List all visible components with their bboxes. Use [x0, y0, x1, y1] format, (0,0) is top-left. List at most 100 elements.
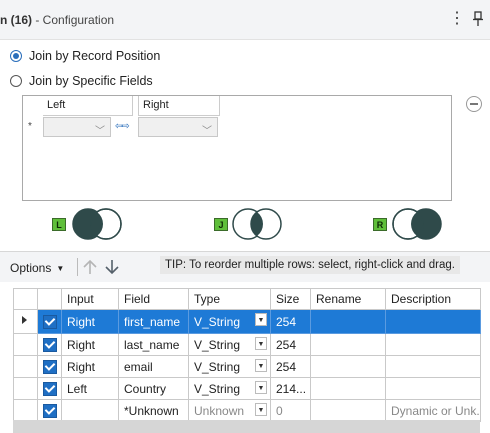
- move-down-icon[interactable]: [103, 258, 121, 276]
- right-field-select[interactable]: ﹀: [138, 117, 218, 137]
- type-dropdown-icon[interactable]: ▼: [255, 403, 267, 416]
- type-value: V_String: [194, 381, 241, 396]
- rename-cell[interactable]: [310, 355, 386, 378]
- column-header-size[interactable]: Size: [270, 288, 311, 310]
- description-cell[interactable]: Dynamic or Unk...: [385, 399, 481, 422]
- column-header-rename[interactable]: Rename: [310, 288, 386, 310]
- type-dropdown-icon[interactable]: ▼: [255, 381, 267, 394]
- row-checkbox-cell[interactable]: [37, 333, 62, 356]
- type-dropdown-icon[interactable]: ▼: [255, 313, 267, 326]
- right-join-venn-icon[interactable]: [390, 207, 444, 241]
- left-field-select[interactable]: ﹀: [43, 117, 111, 137]
- caret-down-icon: ▼: [56, 263, 65, 273]
- move-up-icon[interactable]: [81, 258, 99, 276]
- checkbox-checked-icon[interactable]: [42, 359, 57, 374]
- row-checkbox-cell[interactable]: [37, 355, 62, 378]
- type-value: V_String: [194, 359, 241, 374]
- reorder-tip: TIP: To reorder multiple rows: select, r…: [160, 256, 460, 274]
- description-cell[interactable]: [385, 333, 481, 356]
- type-value: V_String: [194, 337, 241, 352]
- table-row[interactable]: Right last_name V_String ▼ 254: [13, 333, 481, 356]
- radio-selected-icon: [10, 50, 22, 62]
- size-cell[interactable]: 214...: [270, 377, 311, 400]
- table-row[interactable]: Right email V_String ▼ 254: [13, 355, 481, 378]
- select-fields-table: Input Field Type Size Rename Description…: [13, 288, 481, 422]
- type-cell[interactable]: V_String ▼: [188, 309, 271, 334]
- right-anchor-icon: R: [373, 218, 387, 231]
- config-header: n (16) - Configuration ⋮: [0, 0, 490, 40]
- chevron-down-icon: ﹀: [95, 126, 105, 137]
- table-row[interactable]: *Unknown Unknown ▼ 0 Dynamic or Unk...: [13, 399, 481, 422]
- swap-arrows-icon[interactable]: ⇦⇨: [115, 121, 130, 132]
- checkbox-checked-icon[interactable]: [42, 314, 57, 329]
- size-cell[interactable]: 0: [270, 399, 311, 422]
- pin-icon[interactable]: [472, 11, 484, 27]
- row-header-corner: [13, 288, 38, 310]
- table-header-row: Input Field Type Size Rename Description: [13, 288, 481, 310]
- current-row-icon: [22, 316, 27, 324]
- rename-cell[interactable]: [310, 377, 386, 400]
- radio-unselected-icon: [10, 75, 22, 87]
- checkbox-checked-icon[interactable]: [42, 403, 57, 418]
- join-fields-grid: Left Right * ﹀ ⇦⇨ ﹀: [22, 95, 452, 201]
- chevron-down-icon: ﹀: [202, 126, 212, 137]
- rename-cell[interactable]: [310, 309, 386, 334]
- column-header-type[interactable]: Type: [188, 288, 271, 310]
- row-checkbox-cell[interactable]: [37, 377, 62, 400]
- field-cell: Country: [118, 377, 189, 400]
- input-cell: Right: [61, 309, 119, 334]
- join-by-record-position-radio[interactable]: Join by Record Position: [10, 48, 160, 64]
- title-suffix: - Configuration: [32, 13, 115, 27]
- size-cell[interactable]: 254: [270, 333, 311, 356]
- field-cell: *Unknown: [118, 399, 189, 422]
- options-dropdown[interactable]: Options ▼: [10, 259, 64, 277]
- type-cell[interactable]: V_String ▼: [188, 333, 271, 356]
- row-selector[interactable]: [13, 399, 38, 422]
- input-cell: Right: [61, 355, 119, 378]
- window-title: n (16) - Configuration: [0, 13, 114, 27]
- right-column-header: Right: [138, 96, 220, 116]
- kebab-menu-icon[interactable]: ⋮: [449, 10, 465, 28]
- description-cell[interactable]: [385, 377, 481, 400]
- row-checkbox-cell[interactable]: [37, 399, 62, 422]
- size-cell[interactable]: 254: [270, 309, 311, 334]
- field-cell: first_name: [118, 309, 189, 334]
- join-by-fields-label: Join by Specific Fields: [29, 74, 153, 88]
- rename-cell[interactable]: [310, 333, 386, 356]
- table-row[interactable]: Right first_name V_String ▼ 254: [13, 309, 481, 334]
- rename-cell[interactable]: [310, 399, 386, 422]
- tool-name: n (16): [0, 13, 33, 27]
- row-checkbox-cell[interactable]: [37, 309, 62, 334]
- inner-join-venn-icon[interactable]: [230, 207, 284, 241]
- column-header-input[interactable]: Input: [61, 288, 119, 310]
- column-header-description[interactable]: Description: [385, 288, 481, 310]
- row-selector[interactable]: [13, 309, 38, 334]
- input-cell: [61, 399, 119, 422]
- row-selector[interactable]: [13, 377, 38, 400]
- row-selector[interactable]: [13, 355, 38, 378]
- grid-bottom-area: [13, 420, 480, 433]
- column-header-field[interactable]: Field: [118, 288, 189, 310]
- type-value: V_String: [194, 314, 241, 329]
- type-cell[interactable]: V_String ▼: [188, 377, 271, 400]
- options-label: Options: [10, 261, 52, 275]
- join-by-specific-fields-radio[interactable]: Join by Specific Fields: [10, 73, 153, 89]
- remove-row-icon[interactable]: [466, 96, 482, 112]
- left-join-venn-icon[interactable]: [70, 207, 124, 241]
- size-cell[interactable]: 254: [270, 355, 311, 378]
- left-anchor-icon: L: [52, 218, 66, 231]
- description-cell[interactable]: [385, 355, 481, 378]
- table-row[interactable]: Left Country V_String ▼ 214...: [13, 377, 481, 400]
- select-column-header: [37, 288, 62, 310]
- type-cell[interactable]: V_String ▼: [188, 355, 271, 378]
- description-cell[interactable]: [385, 309, 481, 334]
- type-dropdown-icon[interactable]: ▼: [255, 359, 267, 372]
- row-selector[interactable]: [13, 333, 38, 356]
- checkbox-checked-icon[interactable]: [42, 337, 57, 352]
- checkbox-checked-icon[interactable]: [42, 381, 57, 396]
- type-dropdown-icon[interactable]: ▼: [255, 337, 267, 350]
- join-anchor-icon: J: [214, 218, 228, 231]
- type-cell[interactable]: Unknown ▼: [188, 399, 271, 422]
- join-by-position-label: Join by Record Position: [29, 49, 161, 63]
- new-row-marker: *: [28, 121, 32, 132]
